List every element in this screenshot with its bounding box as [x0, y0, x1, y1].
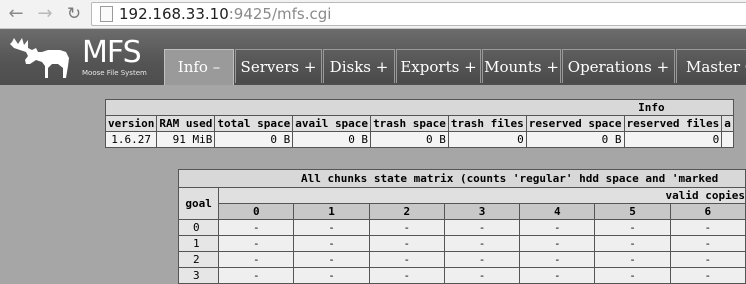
copies-column-header: 0	[218, 203, 295, 220]
valid-copies-header: valid copies	[218, 187, 746, 204]
copies-column-header: 1	[293, 203, 370, 220]
matrix-cell: -	[519, 267, 596, 284]
info-value-reserved-space: 0 B	[525, 131, 625, 148]
tab-disks[interactable]: Disks +	[323, 49, 395, 83]
matrix-cell: -	[594, 251, 671, 268]
info-value-ram-used: 91 MiB	[156, 131, 216, 148]
forward-arrow-icon[interactable]: →	[35, 4, 55, 24]
info-table: Info version RAM used total space avail …	[104, 99, 734, 148]
logo-subtitle: Moose File System	[82, 69, 147, 77]
matrix-cell: -	[519, 235, 596, 252]
matrix-cell: -	[519, 251, 596, 268]
copies-column-header: 2	[368, 203, 445, 220]
goal-header: goal	[177, 187, 220, 220]
matrix-cell: -	[293, 219, 370, 236]
matrix-cell: -	[218, 267, 295, 284]
table-row: 1 - - - - - - -	[177, 235, 746, 252]
tab-info[interactable]: Info –	[164, 49, 234, 85]
matrix-cell: -	[443, 235, 521, 252]
goal-cell: 2	[177, 251, 220, 268]
logo-title: MFS	[82, 35, 142, 70]
matrix-cell: -	[218, 219, 295, 236]
address-bar[interactable]: 192.168.33.10:9425/mfs.cgi	[91, 2, 746, 26]
url-text[interactable]: 192.168.33.10:9425/mfs.cgi	[119, 4, 331, 24]
tab-operations[interactable]: Operations +	[562, 49, 675, 83]
info-table-title: Info	[105, 99, 734, 116]
info-header-reserved-files: reserved files	[623, 115, 723, 132]
info-header-truncated: a	[721, 115, 734, 132]
goal-cell: 1	[177, 235, 220, 252]
goal-cell: 3	[177, 267, 220, 284]
tab-master-charts[interactable]: Master C	[676, 49, 746, 83]
back-arrow-icon[interactable]: ←	[6, 4, 26, 24]
info-value-avail-space: 0 B	[292, 131, 372, 148]
info-header-version: version	[104, 115, 158, 132]
info-header-trash-files: trash files	[447, 115, 527, 132]
info-value-total-space: 0 B	[214, 131, 294, 148]
copies-column-header: 4	[519, 203, 596, 220]
matrix-cell: -	[443, 267, 521, 284]
matrix-cell: -	[368, 251, 445, 268]
info-value-truncated	[721, 131, 734, 148]
info-value-trash-files: 0	[447, 131, 527, 148]
matrix-cell: -	[669, 235, 746, 252]
info-value-version: 1.6.27	[104, 131, 158, 148]
copies-column-header: 3	[443, 203, 521, 220]
matrix-cell: -	[293, 251, 370, 268]
matrix-cell: -	[368, 219, 445, 236]
moose-icon	[10, 38, 69, 78]
matrix-cell: -	[669, 251, 746, 268]
mfs-header: MFS Moose File System Info – Servers + D…	[0, 29, 746, 85]
info-header-trash-space: trash space	[370, 115, 449, 132]
reload-icon[interactable]: ↻	[64, 4, 84, 24]
copies-column-header: 5	[594, 203, 671, 220]
table-row: 2 - - - - - - -	[177, 251, 746, 268]
info-header-reserved-space: reserved space	[525, 115, 625, 132]
matrix-title: All chunks state matrix (counts 'regular…	[178, 169, 746, 188]
matrix-cell: -	[368, 235, 445, 252]
matrix-cell: -	[293, 267, 370, 284]
matrix-cell: -	[368, 267, 445, 284]
copies-column-header: 6	[669, 203, 746, 220]
table-row: 0 - - - - - - -	[177, 219, 746, 236]
matrix-cell: -	[594, 219, 671, 236]
info-value-trash-space: 0 B	[370, 131, 449, 148]
matrix-cell: -	[443, 251, 521, 268]
matrix-cell: -	[218, 235, 295, 252]
matrix-cell: -	[218, 251, 295, 268]
tab-mounts[interactable]: Mounts +	[482, 49, 561, 83]
matrix-cell: -	[669, 267, 746, 284]
goal-cell: 0	[177, 219, 220, 236]
tab-exports[interactable]: Exports +	[396, 49, 481, 83]
info-header-avail-space: avail space	[292, 115, 372, 132]
matrix-cell: -	[519, 219, 596, 236]
matrix-cell: -	[594, 235, 671, 252]
main-tabs: Info – Servers + Disks + Exports + Mount…	[164, 49, 746, 85]
matrix-cell: -	[293, 235, 370, 252]
matrix-cell: -	[443, 219, 521, 236]
matrix-cell: -	[594, 267, 671, 284]
page-icon	[100, 6, 113, 22]
mfs-logo[interactable]: MFS Moose File System	[8, 32, 163, 80]
url-host: 192.168.33.10	[119, 5, 229, 23]
matrix-cell: -	[669, 219, 746, 236]
info-value-reserved-files: 0	[623, 131, 723, 148]
info-header-total-space: total space	[214, 115, 294, 132]
info-header-ram-used: RAM used	[156, 115, 216, 132]
browser-toolbar: ← → ↻ 192.168.33.10:9425/mfs.cgi	[0, 0, 746, 29]
url-path: :9425/mfs.cgi	[228, 5, 332, 23]
chunks-matrix-table: All chunks state matrix (counts 'regular…	[177, 169, 746, 284]
table-row: 3 - - - - - - -	[177, 267, 746, 284]
tab-servers[interactable]: Servers +	[235, 49, 322, 83]
